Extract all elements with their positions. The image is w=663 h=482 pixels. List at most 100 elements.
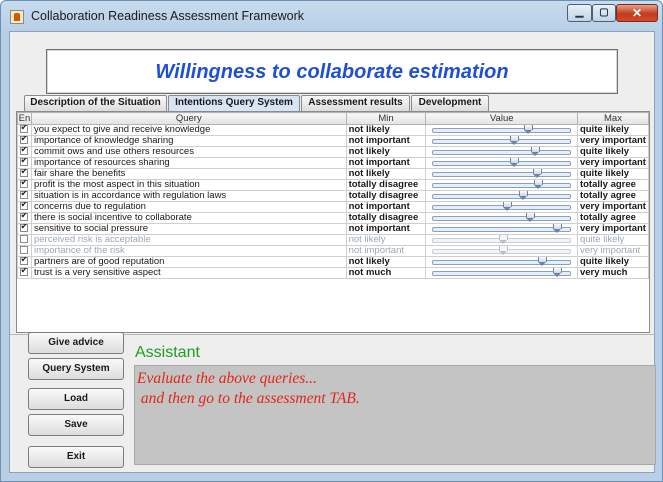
table-row: commit ows and use others resourcesnot l…: [17, 146, 650, 158]
close-icon: ✕: [631, 6, 643, 20]
window-title: Collaboration Readiness Assessment Frame…: [31, 9, 305, 23]
slider-thumb-icon[interactable]: [525, 213, 535, 222]
value-slider[interactable]: [428, 158, 574, 168]
enable-cell: [17, 157, 32, 169]
enable-checkbox[interactable]: [20, 268, 29, 277]
enable-cell: [17, 135, 32, 147]
close-button[interactable]: ✕: [616, 4, 658, 22]
tab-intentions-query-system[interactable]: Intentions Query System: [168, 95, 300, 112]
max-label: very important: [576, 135, 650, 147]
exit-button[interactable]: Exit: [28, 446, 124, 468]
max-label: totally agree: [576, 190, 650, 202]
tab-development[interactable]: Development: [411, 95, 489, 111]
slider-track: [432, 161, 571, 166]
enable-checkbox[interactable]: [20, 224, 29, 233]
table-row: situation is in accordance with regulati…: [17, 190, 650, 202]
load-button[interactable]: Load: [28, 388, 124, 410]
enable-checkbox[interactable]: [20, 235, 29, 244]
value-slider[interactable]: [428, 257, 574, 267]
enable-cell: [17, 124, 32, 136]
min-label: not likely: [345, 124, 427, 136]
slider-thumb-icon[interactable]: [510, 158, 520, 167]
give-advice-button[interactable]: Give advice: [28, 332, 124, 354]
enable-checkbox[interactable]: [20, 147, 29, 156]
value-cell: [425, 234, 578, 246]
save-button[interactable]: Save: [28, 414, 124, 436]
min-label: not likely: [345, 234, 427, 246]
min-label: not likely: [345, 256, 427, 268]
value-slider[interactable]: [428, 191, 574, 201]
query-text: importance of the risk: [30, 245, 347, 257]
query-text: fair share the benefits: [30, 168, 347, 180]
value-slider[interactable]: [428, 147, 574, 157]
query-text: perceived risk is acceptable: [30, 234, 347, 246]
column-header-query[interactable]: Query: [30, 112, 347, 125]
slider-thumb-icon[interactable]: [534, 180, 544, 189]
title-bar[interactable]: Collaboration Readiness Assessment Frame…: [1, 1, 662, 33]
enable-checkbox[interactable]: [20, 125, 29, 134]
enable-checkbox[interactable]: [20, 169, 29, 178]
query-system-button[interactable]: Query System: [28, 358, 124, 380]
value-slider[interactable]: [428, 169, 574, 179]
slider-track: [432, 227, 571, 232]
query-text: there is social incentive to collaborate: [30, 212, 347, 224]
maximize-button[interactable]: ▢: [592, 4, 616, 22]
column-header-min[interactable]: Min: [345, 112, 427, 125]
value-slider[interactable]: [428, 136, 574, 146]
tab-assessment-results[interactable]: Assessment results: [301, 95, 410, 111]
enable-checkbox[interactable]: [20, 246, 29, 255]
slider-thumb-icon[interactable]: [510, 136, 520, 145]
value-slider[interactable]: [428, 213, 574, 223]
enable-checkbox[interactable]: [20, 158, 29, 167]
value-slider[interactable]: [428, 180, 574, 190]
enable-checkbox[interactable]: [20, 202, 29, 211]
max-label: totally agree: [576, 212, 650, 224]
min-label: not much: [345, 267, 427, 279]
min-label: not important: [345, 157, 427, 169]
slider-thumb-icon[interactable]: [552, 224, 562, 233]
value-slider[interactable]: [428, 268, 574, 278]
value-slider[interactable]: [428, 202, 574, 212]
slider-thumb-icon[interactable]: [503, 202, 513, 211]
column-header-value[interactable]: Value: [425, 112, 578, 125]
slider-thumb-icon[interactable]: [552, 268, 562, 277]
banner-title: Willingness to collaborate estimation: [155, 61, 509, 83]
enable-checkbox[interactable]: [20, 213, 29, 222]
max-label: quite likely: [576, 168, 650, 180]
slider-track: [432, 216, 571, 221]
enable-checkbox[interactable]: [20, 136, 29, 145]
min-label: totally disagree: [345, 179, 427, 191]
enable-checkbox[interactable]: [20, 180, 29, 189]
slider-thumb-icon[interactable]: [532, 169, 542, 178]
slider-track: [432, 183, 571, 188]
minimize-button[interactable]: ▁: [567, 4, 592, 22]
enable-cell: [17, 245, 32, 257]
value-cell: [425, 168, 578, 180]
slider-thumb-icon[interactable]: [538, 257, 548, 266]
value-cell: [425, 256, 578, 268]
value-slider[interactable]: [428, 224, 574, 234]
query-text: profit is the most aspect in this situat…: [30, 179, 347, 191]
slider-track: [432, 139, 571, 144]
enable-checkbox[interactable]: [20, 191, 29, 200]
column-header-max[interactable]: Max: [576, 112, 650, 125]
value-slider[interactable]: [428, 125, 574, 135]
enable-cell: [17, 201, 32, 213]
tab-description-of-situation[interactable]: Description of the Situation: [24, 95, 167, 111]
max-label: very important: [576, 201, 650, 213]
query-table: En Query Min Value Max you expect to giv…: [17, 112, 650, 279]
slider-thumb-icon[interactable]: [524, 125, 534, 134]
enable-cell: [17, 190, 32, 202]
value-slider: [428, 235, 574, 245]
query-text: partners are of good reputation: [30, 256, 347, 268]
enable-checkbox[interactable]: [20, 257, 29, 266]
min-label: not important: [345, 135, 427, 147]
query-text: importance of resources sharing: [30, 157, 347, 169]
value-cell: [425, 212, 578, 224]
assistant-message-line: Evaluate the above queries...: [137, 370, 317, 387]
slider-thumb-icon[interactable]: [531, 147, 541, 156]
assistant-message-area: Evaluate the above queries... and then g…: [134, 365, 656, 465]
slider-thumb-icon[interactable]: [518, 191, 528, 200]
column-header-en[interactable]: En: [17, 112, 32, 125]
table-row: importance of the risk not important very …: [17, 245, 650, 257]
